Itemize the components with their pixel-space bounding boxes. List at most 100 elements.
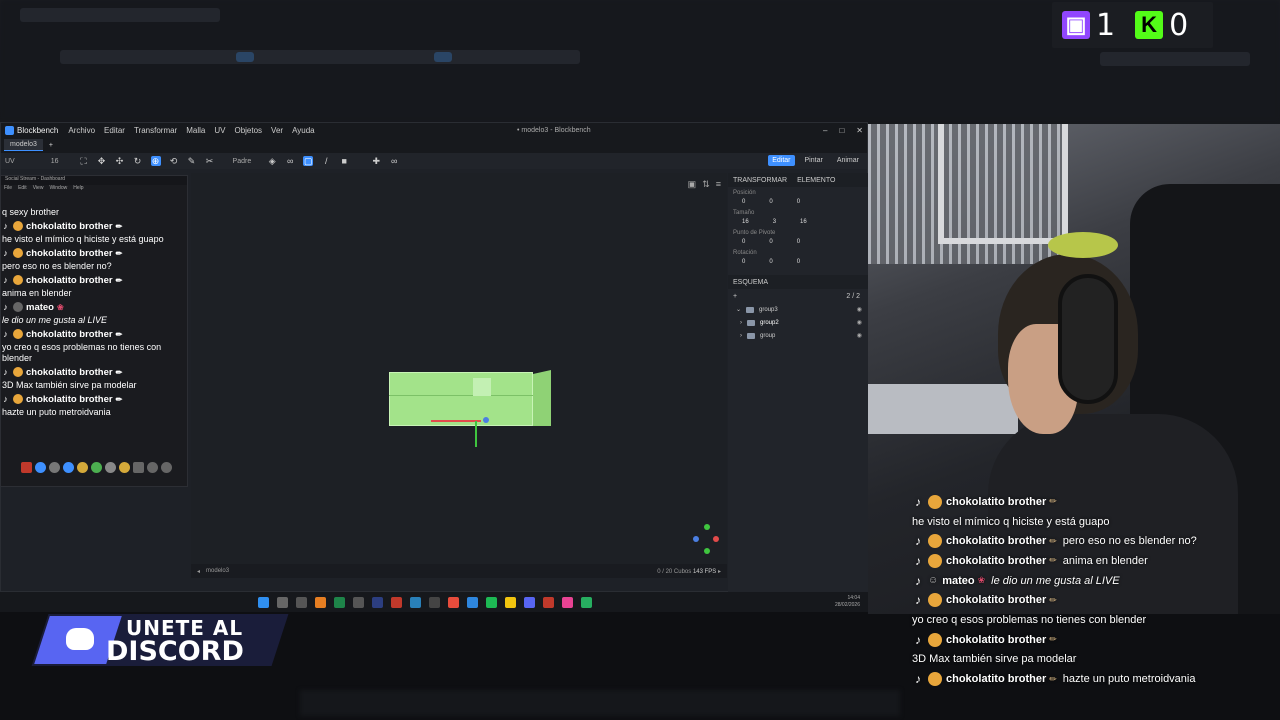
orientation-gizmo[interactable] bbox=[693, 524, 721, 556]
translate-icon[interactable]: ✣ bbox=[115, 156, 125, 166]
outliner-item-group3[interactable]: ⌄ group3 ◉ bbox=[728, 303, 868, 316]
close-icon[interactable]: ✕ bbox=[856, 126, 863, 135]
refresh-icon[interactable] bbox=[91, 462, 102, 473]
maximize-icon[interactable]: □ bbox=[839, 126, 844, 135]
app-icon[interactable] bbox=[562, 596, 573, 608]
brush-icon[interactable]: / bbox=[321, 156, 331, 166]
taskbar-clock[interactable]: 14:04 28/02/2026 bbox=[835, 595, 860, 609]
chat-icon[interactable] bbox=[35, 462, 46, 473]
visibility-icon[interactable]: ◉ bbox=[857, 319, 862, 326]
size-y[interactable]: 3 bbox=[773, 219, 776, 225]
explorer-icon[interactable] bbox=[277, 596, 288, 608]
minimize-icon[interactable]: – bbox=[823, 126, 827, 135]
menu-editar[interactable]: Editar bbox=[104, 126, 125, 135]
menu-edit[interactable]: Edit bbox=[18, 185, 27, 194]
pencil-icon[interactable]: ✎ bbox=[187, 156, 197, 166]
position-z[interactable]: 0 bbox=[797, 199, 800, 205]
windows-start-icon[interactable] bbox=[258, 596, 269, 608]
position-y[interactable]: 0 bbox=[769, 199, 772, 205]
menu-uv[interactable]: UV bbox=[214, 126, 225, 135]
menu-help[interactable]: Help bbox=[73, 185, 83, 194]
pivot-z[interactable]: 0 bbox=[797, 239, 800, 245]
premiere-icon[interactable] bbox=[372, 596, 383, 608]
pivot-y[interactable]: 0 bbox=[769, 239, 772, 245]
size-x[interactable]: 16 bbox=[742, 219, 749, 225]
link-icon[interactable]: ∞ bbox=[285, 156, 295, 166]
pivot-tool-icon[interactable]: ⊕ bbox=[150, 156, 161, 166]
outliner-item-group2[interactable]: › group2 ◉ bbox=[728, 316, 868, 329]
select-box-icon[interactable]: ▢ bbox=[303, 156, 314, 166]
rotation-x[interactable]: 0 bbox=[742, 259, 745, 265]
emoji-icon[interactable] bbox=[77, 462, 88, 473]
tab-elemento[interactable]: ELEMENTO bbox=[797, 177, 835, 184]
app-icon[interactable] bbox=[296, 596, 307, 608]
chevron-right-icon[interactable]: › bbox=[740, 320, 742, 326]
mode-editar[interactable]: Editar bbox=[768, 155, 795, 166]
obs-icon[interactable] bbox=[353, 596, 364, 608]
transform-icon[interactable]: ✚ bbox=[371, 156, 381, 166]
rotation-z[interactable]: 0 bbox=[797, 259, 800, 265]
size-z[interactable]: 16 bbox=[800, 219, 807, 225]
menu-transformar[interactable]: Transformar bbox=[134, 126, 177, 135]
menu-archivo[interactable]: Archivo bbox=[68, 126, 95, 135]
fullscreen-icon[interactable]: ⛶ bbox=[79, 156, 89, 166]
3d-viewport[interactable]: ▣ ⇅ ≡ ◂ modelo3 0 / 20 Cubos 143 FPS ▸ bbox=[191, 173, 727, 578]
camera-icon[interactable]: ▣ bbox=[688, 179, 697, 190]
settings-icon[interactable] bbox=[105, 462, 116, 473]
sort-icon[interactable]: ⇅ bbox=[702, 179, 710, 190]
new-tab-icon[interactable]: + bbox=[49, 142, 53, 149]
folder-icon[interactable] bbox=[505, 596, 516, 608]
position-x[interactable]: 0 bbox=[742, 199, 745, 205]
bell-icon[interactable] bbox=[49, 462, 60, 473]
x-axis-gizmo[interactable] bbox=[431, 420, 481, 422]
tab-transformar[interactable]: TRANSFORMAR bbox=[733, 177, 787, 184]
keyboard-icon[interactable] bbox=[133, 462, 144, 473]
app-icon[interactable] bbox=[543, 596, 554, 608]
app-icon[interactable] bbox=[581, 596, 592, 608]
glasses-icon[interactable]: ∞ bbox=[389, 156, 399, 166]
menu-view[interactable]: View bbox=[33, 185, 44, 194]
menu-objetos[interactable]: Objetos bbox=[234, 126, 262, 135]
speaker-icon[interactable] bbox=[147, 462, 158, 473]
chrome-icon[interactable] bbox=[448, 596, 459, 608]
app-icon[interactable] bbox=[429, 596, 440, 608]
cube-model[interactable] bbox=[389, 370, 551, 426]
menu-ayuda[interactable]: Ayuda bbox=[292, 126, 315, 135]
chevron-right-icon[interactable]: › bbox=[740, 333, 742, 339]
menu-malla[interactable]: Malla bbox=[186, 126, 205, 135]
visibility-icon[interactable]: ◉ bbox=[857, 332, 862, 339]
menu-icon[interactable]: ≡ bbox=[716, 179, 721, 190]
pivot-select[interactable]: Padre bbox=[233, 158, 252, 165]
app-icon[interactable] bbox=[315, 596, 326, 608]
blockbench-icon[interactable] bbox=[410, 596, 421, 608]
mirror-icon[interactable]: ◈ bbox=[267, 156, 277, 166]
vertex-snap-icon[interactable]: ⟲ bbox=[169, 156, 179, 166]
vscode-icon[interactable] bbox=[467, 596, 478, 608]
knife-icon[interactable]: ✂ bbox=[205, 156, 215, 166]
excel-icon[interactable] bbox=[334, 596, 345, 608]
discord-icon[interactable] bbox=[524, 596, 535, 608]
collapse-icon[interactable] bbox=[161, 462, 172, 473]
filter-icon[interactable] bbox=[63, 462, 74, 473]
outliner-item-group[interactable]: › group ◉ bbox=[728, 329, 868, 342]
broom-icon[interactable] bbox=[119, 462, 130, 473]
pinterest-icon[interactable] bbox=[391, 596, 402, 608]
mode-animar[interactable]: Animar bbox=[833, 155, 863, 166]
rotate-icon[interactable]: ↻ bbox=[133, 156, 143, 166]
move-tool-icon[interactable]: ✥ bbox=[97, 156, 107, 166]
rotation-y[interactable]: 0 bbox=[769, 259, 772, 265]
pause-icon[interactable] bbox=[21, 462, 32, 473]
pivot-x[interactable]: 0 bbox=[742, 239, 745, 245]
chevron-down-icon[interactable]: ⌄ bbox=[736, 306, 741, 313]
add-icon[interactable]: + bbox=[733, 293, 737, 300]
grid-size-input[interactable]: 16 bbox=[51, 158, 59, 165]
visibility-icon[interactable]: ◉ bbox=[857, 306, 862, 313]
menu-ver[interactable]: Ver bbox=[271, 126, 283, 135]
y-axis-gizmo[interactable] bbox=[475, 421, 477, 447]
menu-window[interactable]: Window bbox=[49, 185, 67, 194]
spotify-icon[interactable] bbox=[486, 596, 497, 608]
menu-file[interactable]: File bbox=[4, 185, 12, 194]
mode-pintar[interactable]: Pintar bbox=[801, 155, 827, 166]
square-icon[interactable]: ■ bbox=[339, 156, 349, 166]
tab-modelo3[interactable]: modelo3 bbox=[4, 139, 43, 151]
